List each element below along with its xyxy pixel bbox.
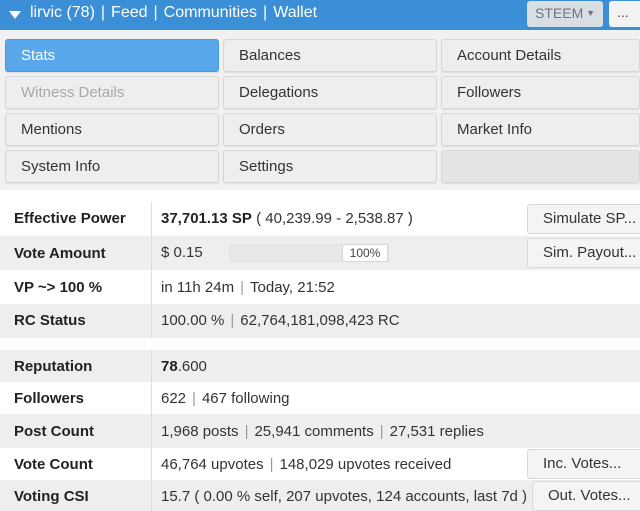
row-vp: VP ~> 100 % in 11h 24m | Today, 21:52 (0, 270, 640, 304)
reputation-value-dec: .600 (177, 358, 207, 375)
post-count-label: Post Count (14, 423, 94, 440)
inc-votes-button[interactable]: Inc. Votes... (527, 449, 640, 479)
row-vote-count: Vote Count 46,764 upvotes | 148,029 upvote… (0, 448, 640, 480)
tab-system-info[interactable]: System Info (5, 150, 219, 183)
tab-orders[interactable]: Orders (223, 113, 437, 146)
tab-stats[interactable]: Stats (5, 39, 219, 72)
chain-select[interactable]: STEEM ▼ (527, 1, 603, 27)
value-separator: | (240, 279, 245, 296)
more-button[interactable]: ... (609, 1, 640, 27)
replies-value: 27,531 replies (389, 423, 484, 440)
vote-count-label: Vote Count (14, 456, 93, 473)
rc-status-value: 100.00 % (161, 312, 225, 329)
column-divider (151, 480, 152, 511)
tab-witness-details: Witness Details (5, 76, 219, 109)
vote-amount-label: Vote Amount (14, 245, 106, 262)
effective-power-value: 37,701.13 SP (161, 210, 252, 227)
account-name-link[interactable]: lirvic (78) (30, 4, 95, 21)
column-divider (151, 236, 152, 270)
rc-status-label: RC Status (14, 312, 86, 329)
nav-separator: | (263, 4, 268, 21)
top-nav: lirvic (78) | Feed | Communities | Wallet (30, 3, 317, 23)
vote-count-value-group: 46,764 upvotes | 148,029 upvotes received (161, 456, 451, 473)
vp-value: in 11h 24m (161, 279, 235, 296)
reputation-value-group: 78.600 (161, 358, 207, 375)
column-divider (151, 202, 152, 236)
column-divider (151, 382, 152, 414)
value-separator: | (230, 312, 235, 329)
reputation-label: Reputation (14, 358, 93, 375)
vp-label: VP ~> 100 % (14, 279, 103, 296)
tab-account-details[interactable]: Account Details (441, 39, 640, 72)
tab-followers[interactable]: Followers (441, 76, 640, 109)
vote-weight-percent: 100% (342, 244, 388, 262)
votes-received-value: 148,029 upvotes received (279, 456, 452, 473)
row-effective-power: Effective Power 37,701.13 SP ( 40,239.99… (0, 202, 640, 236)
effective-power-detail: ( 40,239.99 - 2,538.87 ) (256, 210, 413, 227)
posts-value: 1,968 posts (161, 423, 239, 440)
stats-menu: Stats Balances Account Details Witness D… (0, 30, 640, 190)
column-divider (151, 414, 152, 448)
voting-csi-value: 15.7 ( 0.00 % self, 207 upvotes, 124 acc… (161, 488, 528, 505)
column-divider (151, 350, 152, 382)
followers-value-group: 622 | 467 following (161, 390, 290, 407)
row-vote-amount: Vote Amount $ 0.15 100% Sim. Payout... (0, 236, 640, 270)
followers-label: Followers (14, 390, 85, 407)
column-divider (151, 448, 152, 480)
simulate-sp-button[interactable]: Simulate SP... (527, 204, 640, 234)
row-rc-status: RC Status 100.00 % | 62,764,181,098,423 RC (0, 304, 640, 338)
reputation-value-int: 78 (161, 358, 178, 375)
tab-balances[interactable]: Balances (223, 39, 437, 72)
value-separator: | (379, 423, 384, 440)
effective-power-label: Effective Power (14, 210, 126, 227)
column-divider (151, 270, 152, 304)
row-post-count: Post Count 1,968 posts | 25,941 comments | 2… (0, 414, 640, 448)
nav-link-feed[interactable]: Feed (111, 4, 147, 21)
vote-count-value: 46,764 upvotes (161, 456, 264, 473)
value-separator: | (192, 390, 196, 407)
nav-separator: | (100, 4, 106, 21)
value-separator: | (269, 456, 274, 473)
effective-power-value-group: 37,701.13 SP ( 40,239.99 - 2,538.87 ) (161, 210, 413, 227)
column-divider (151, 304, 152, 338)
row-followers: Followers 622 | 467 following (0, 382, 640, 414)
row-voting-csi: Voting CSI 15.7 ( 0.00 % self, 207 upvot… (0, 480, 640, 511)
chain-select-value: STEEM (535, 5, 584, 21)
tab-empty-slot (441, 150, 640, 183)
vote-weight-slider[interactable]: 100% (229, 244, 389, 262)
nav-link-wallet[interactable]: Wallet (273, 4, 317, 21)
rc-status-value-group: 100.00 % | 62,764,181,098,423 RC (161, 312, 400, 329)
vp-detail: Today, 21:52 (250, 279, 335, 296)
nav-link-communities[interactable]: Communities (164, 4, 257, 21)
out-votes-button[interactable]: Out. Votes... (532, 481, 640, 511)
sim-payout-button[interactable]: Sim. Payout... (527, 238, 640, 268)
section-gap (0, 338, 640, 350)
vote-amount-value: $ 0.15 (161, 244, 203, 261)
vp-value-group: in 11h 24m | Today, 21:52 (161, 279, 335, 296)
voting-csi-label: Voting CSI (14, 488, 89, 505)
account-dropdown-caret-icon[interactable] (9, 11, 21, 19)
value-separator: | (244, 423, 249, 440)
nav-separator: | (153, 4, 158, 21)
tab-delegations[interactable]: Delegations (223, 76, 437, 109)
tab-settings[interactable]: Settings (223, 150, 437, 183)
post-count-value-group: 1,968 posts | 25,941 comments | 27,531 repli… (161, 423, 484, 440)
top-bar: lirvic (78) | Feed | Communities | Wallet STEE… (0, 0, 640, 30)
row-reputation: Reputation 78.600 (0, 350, 640, 382)
chevron-down-icon: ▼ (586, 8, 595, 18)
tab-mentions[interactable]: Mentions (5, 113, 219, 146)
tab-market-info[interactable]: Market Info (441, 113, 640, 146)
comments-value: 25,941 comments (254, 423, 374, 440)
followers-value: 622 (161, 390, 187, 407)
rc-status-detail: 62,764,181,098,423 RC (240, 312, 400, 329)
following-value: 467 following (201, 390, 290, 407)
